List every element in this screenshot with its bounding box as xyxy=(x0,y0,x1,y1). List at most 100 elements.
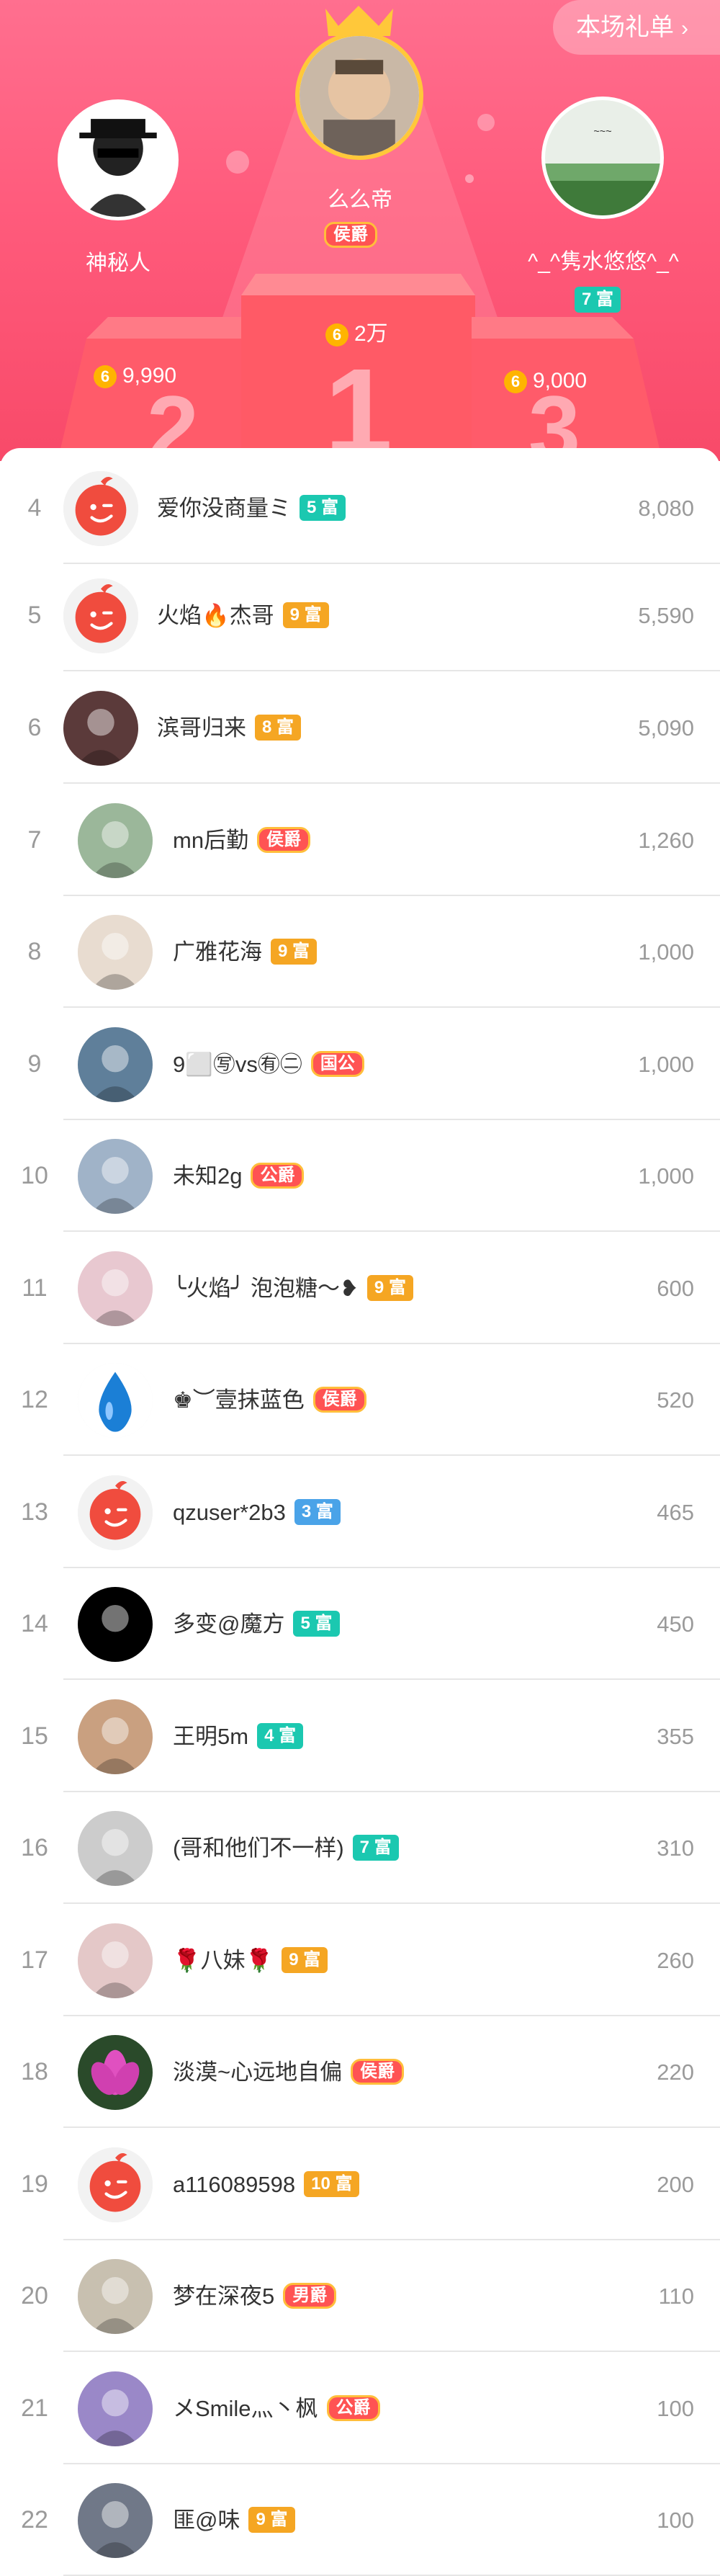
user-name: 🌹八妹🌹 xyxy=(173,1948,274,1973)
user-name: 滨哥归来 xyxy=(157,715,246,741)
list-item[interactable]: 12 ♚︶壹抹蓝色 侯爵 520 xyxy=(0,1344,720,1456)
user-name-group: mn后勤 侯爵 xyxy=(173,784,311,896)
list-item[interactable]: 20 梦在深夜5 男爵 110 xyxy=(0,2240,720,2352)
contribution-value: 100 xyxy=(657,2396,694,2421)
chevron-right-icon: › xyxy=(681,17,688,40)
list-item[interactable]: 14 多变@魔方 5 富 450 xyxy=(0,1568,720,1680)
avatar[interactable] xyxy=(63,691,138,766)
contribution-value: 1,000 xyxy=(638,939,694,965)
user-name: 匪@味 xyxy=(173,2508,240,2533)
list-item[interactable]: 16 (哥和他们不一样) 7 富 310 xyxy=(0,1792,720,1904)
avatar[interactable] xyxy=(78,2259,153,2334)
second-place-avatar[interactable] xyxy=(58,99,179,220)
rank-number: 19 xyxy=(21,2170,48,2198)
user-name-group: 多变@魔方 5 富 xyxy=(173,1568,340,1680)
user-name: 广雅花海 xyxy=(173,939,262,965)
rank-number: 11 xyxy=(22,1274,48,1302)
avatar[interactable] xyxy=(63,578,138,653)
user-name: ╰火焰╯ 泡泡糖～❥ xyxy=(173,1276,359,1301)
list-item[interactable]: 19 a116089598 10 富 200 xyxy=(0,2129,720,2240)
list-item[interactable]: 8 广雅花海 9 富 1,000 xyxy=(0,896,720,1008)
avatar[interactable] xyxy=(78,2035,153,2110)
user-name: 王明5m xyxy=(173,1724,249,1749)
list-item[interactable]: 13 qzuser*2b3 3 富 465 xyxy=(0,1457,720,1568)
user-name-group: 梦在深夜5 男爵 xyxy=(173,2240,337,2352)
avatar[interactable] xyxy=(78,1811,153,1886)
first-place-avatar[interactable] xyxy=(295,32,423,160)
user-name: 9⬜㊢vs㊒㊁ xyxy=(173,1052,302,1077)
row-divider xyxy=(63,2351,720,2352)
list-item[interactable]: 21 メSmile灬丶枫 公爵 100 xyxy=(0,2353,720,2464)
list-item[interactable]: 4 爱你没商量ミ 5 富 8,080 xyxy=(0,452,720,564)
gift-list-label: 本场礼单 xyxy=(576,14,674,41)
rank-number: 5 xyxy=(27,601,42,629)
avatar[interactable] xyxy=(78,1475,153,1550)
avatar[interactable] xyxy=(63,471,138,546)
first-place-badge: 侯爵 xyxy=(324,222,377,248)
rank-number: 13 xyxy=(21,1498,48,1526)
avatar[interactable] xyxy=(78,1699,153,1774)
contribution-value: 600 xyxy=(657,1276,694,1301)
row-divider xyxy=(63,1678,720,1680)
avatar[interactable] xyxy=(78,915,153,990)
level-badge: 8 富 xyxy=(255,714,302,741)
user-name-group: 未知2g 公爵 xyxy=(173,1120,305,1232)
list-item[interactable]: 22 匪@味 9 富 100 xyxy=(0,2464,720,2576)
list-item[interactable]: 17 🌹八妹🌹 9 富 260 xyxy=(0,1905,720,2016)
list-item[interactable]: 11 ╰火焰╯ 泡泡糖～❥ 9 富 600 xyxy=(0,1233,720,1344)
second-place-score: 6 9,990 xyxy=(94,364,176,389)
contribution-value: 8,080 xyxy=(638,496,694,521)
level-badge: 3 富 xyxy=(294,1498,341,1525)
rank-number: 6 xyxy=(27,714,42,741)
user-name: (哥和他们不一样) xyxy=(173,1835,344,1861)
avatar[interactable] xyxy=(78,2483,153,2558)
row-divider xyxy=(63,1230,720,1232)
row-divider xyxy=(63,1454,720,1456)
user-name-group: メSmile灬丶枫 公爵 xyxy=(173,2353,380,2464)
contribution-value: 520 xyxy=(657,1387,694,1413)
avatar[interactable] xyxy=(78,1587,153,1662)
contribution-value: 220 xyxy=(657,2060,694,2085)
user-name-group: 火焰🔥杰哥 9 富 xyxy=(157,560,329,671)
level-badge: 10 富 xyxy=(304,2170,360,2197)
list-item[interactable]: 15 王明5m 4 富 355 xyxy=(0,1681,720,1792)
contribution-value: 110 xyxy=(658,2284,694,2309)
list-item[interactable]: 7 mn后勤 侯爵 1,260 xyxy=(0,784,720,896)
avatar[interactable] xyxy=(78,2147,153,2222)
level-badge: 9 富 xyxy=(248,2506,295,2533)
avatar[interactable] xyxy=(78,2371,153,2446)
user-name-group: 淡漠~心远地自偏 侯爵 xyxy=(173,2016,405,2128)
contribution-value: 260 xyxy=(657,1948,694,1973)
row-divider xyxy=(63,670,720,671)
level-badge: 侯爵 xyxy=(312,1386,366,1413)
user-name-group: ♚︶壹抹蓝色 侯爵 xyxy=(173,1344,366,1456)
level-badge: 公爵 xyxy=(326,2394,380,2421)
gift-list-button[interactable]: 本场礼单 › xyxy=(553,0,720,55)
avatar[interactable] xyxy=(78,1251,153,1326)
third-place-avatar[interactable]: ~~~ xyxy=(541,97,664,219)
contribution-value: 100 xyxy=(657,2508,694,2533)
list-item[interactable]: 5 火焰🔥杰哥 9 富 5,590 xyxy=(0,560,720,671)
rank-number: 16 xyxy=(21,1834,48,1861)
row-divider xyxy=(63,1006,720,1008)
rank-number: 20 xyxy=(21,2282,48,2309)
level-badge: 9 富 xyxy=(366,1274,413,1301)
avatar[interactable] xyxy=(78,1363,153,1438)
rank-number: 17 xyxy=(21,1946,48,1974)
contribution-value: 5,090 xyxy=(638,715,694,741)
user-name: 淡漠~心远地自偏 xyxy=(173,2060,343,2085)
list-item[interactable]: 9 9⬜㊢vs㊒㊁ 国公 1,000 xyxy=(0,1009,720,1120)
list-item[interactable]: 18 淡漠~心远地自偏 侯爵 220 xyxy=(0,2016,720,2128)
contribution-value: 1,000 xyxy=(638,1052,694,1077)
avatar[interactable] xyxy=(78,1139,153,1214)
rank-number: 7 xyxy=(27,826,42,854)
svg-text:~~~: ~~~ xyxy=(593,126,611,138)
avatar[interactable] xyxy=(78,1027,153,1102)
list-item[interactable]: 10 未知2g 公爵 1,000 xyxy=(0,1120,720,1232)
user-name-group: (哥和他们不一样) 7 富 xyxy=(173,1792,399,1904)
list-item[interactable]: 6 滨哥归来 8 富 5,090 xyxy=(0,672,720,784)
row-divider xyxy=(63,782,720,784)
avatar[interactable] xyxy=(78,803,153,878)
avatar[interactable] xyxy=(78,1923,153,1998)
third-place-score: 6 9,000 xyxy=(504,369,587,394)
